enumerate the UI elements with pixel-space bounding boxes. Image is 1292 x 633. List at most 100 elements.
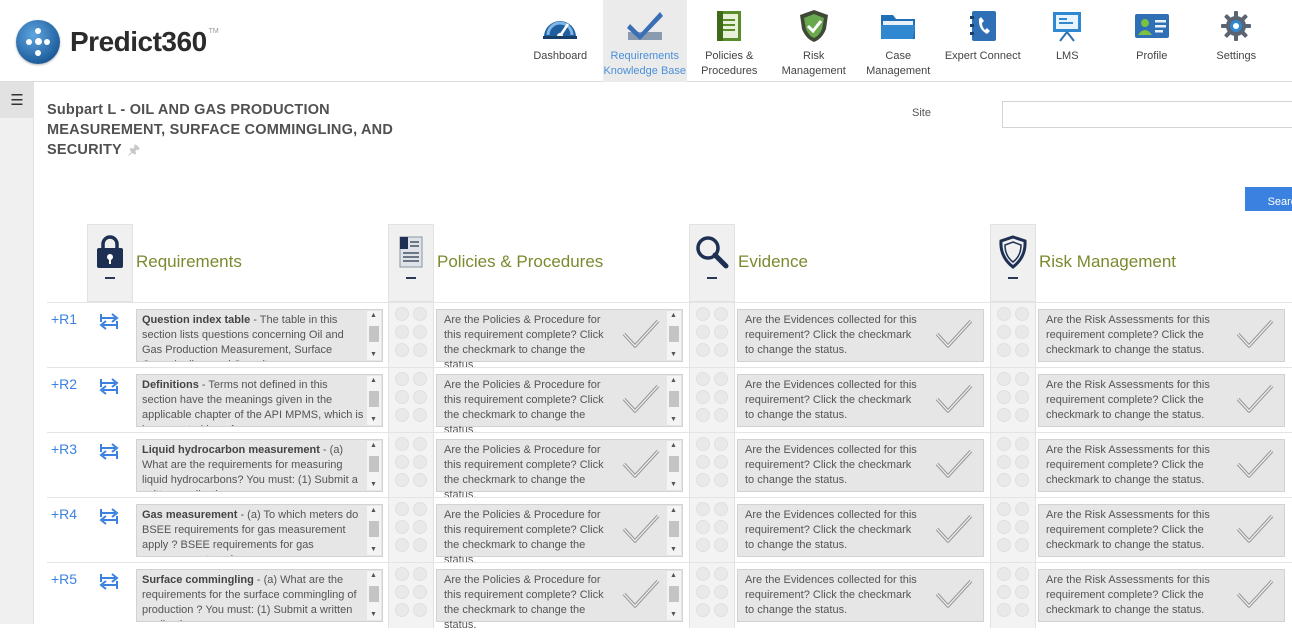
scroll-down-icon[interactable]: ▼ xyxy=(670,546,677,554)
logo[interactable]: Predict360 TM xyxy=(16,20,219,64)
requirement-id-link[interactable]: +R1 xyxy=(51,311,77,327)
status-dot[interactable] xyxy=(714,307,728,321)
scroll-up-icon[interactable]: ▲ xyxy=(370,377,377,385)
collapse-risk-button[interactable] xyxy=(1008,277,1018,279)
status-dot[interactable] xyxy=(714,390,728,404)
scroll-up-icon[interactable]: ▲ xyxy=(670,312,677,320)
status-dot[interactable] xyxy=(696,437,710,451)
scrollbar[interactable]: ▲ ▼ xyxy=(367,311,381,360)
status-dot[interactable] xyxy=(997,567,1011,581)
nav-policies[interactable]: Policies & Procedures xyxy=(687,0,772,82)
scroll-thumb[interactable] xyxy=(369,326,379,342)
status-dot[interactable] xyxy=(395,408,409,422)
scroll-down-icon[interactable]: ▼ xyxy=(370,481,377,489)
nav-profile[interactable]: Profile xyxy=(1110,0,1195,82)
nav-risk[interactable]: Risk Management xyxy=(772,0,857,82)
collapse-evidence-button[interactable] xyxy=(707,277,717,279)
requirement-text-box[interactable]: Question index table - The table in this… xyxy=(136,309,383,362)
scroll-thumb[interactable] xyxy=(669,521,679,537)
status-dot[interactable] xyxy=(413,372,427,386)
status-dot[interactable] xyxy=(1015,408,1029,422)
status-dot[interactable] xyxy=(395,390,409,404)
status-dot[interactable] xyxy=(696,520,710,534)
status-dot[interactable] xyxy=(714,343,728,357)
scroll-down-icon[interactable]: ▼ xyxy=(670,416,677,424)
status-dot[interactable] xyxy=(413,390,427,404)
checkmark-icon[interactable] xyxy=(622,513,660,545)
scroll-up-icon[interactable]: ▲ xyxy=(370,572,377,580)
status-dot[interactable] xyxy=(714,437,728,451)
scroll-up-icon[interactable]: ▲ xyxy=(670,442,677,450)
nav-requirements[interactable]: Requirements Knowledge Base xyxy=(602,0,687,82)
status-dot[interactable] xyxy=(395,437,409,451)
checkmark-icon[interactable] xyxy=(1236,318,1274,350)
sync-arrows-icon[interactable] xyxy=(99,312,119,330)
requirement-text-box[interactable]: Gas measurement - (a) To which meters do… xyxy=(136,504,383,557)
scroll-down-icon[interactable]: ▼ xyxy=(670,481,677,489)
status-dot[interactable] xyxy=(997,603,1011,617)
status-dot[interactable] xyxy=(413,567,427,581)
status-dot[interactable] xyxy=(395,455,409,469)
status-dot[interactable] xyxy=(395,473,409,487)
checkmark-icon[interactable] xyxy=(622,578,660,610)
status-dot[interactable] xyxy=(395,325,409,339)
checkmark-icon[interactable] xyxy=(622,318,660,350)
scroll-up-icon[interactable]: ▲ xyxy=(670,377,677,385)
scroll-down-icon[interactable]: ▼ xyxy=(370,546,377,554)
status-dot[interactable] xyxy=(696,603,710,617)
scroll-thumb[interactable] xyxy=(669,586,679,602)
status-dot[interactable] xyxy=(413,437,427,451)
checkmark-icon[interactable] xyxy=(622,448,660,480)
search-button[interactable]: Search xyxy=(1245,187,1292,211)
status-dot[interactable] xyxy=(413,408,427,422)
status-dot[interactable] xyxy=(413,538,427,552)
requirement-text-box[interactable]: Surface commingling - (a) What are the r… xyxy=(136,569,383,622)
status-dot[interactable] xyxy=(696,473,710,487)
status-dot[interactable] xyxy=(714,603,728,617)
scrollbar[interactable]: ▲ ▼ xyxy=(367,571,381,620)
nav-lms[interactable]: LMS xyxy=(1025,0,1110,82)
status-dot[interactable] xyxy=(413,343,427,357)
status-dot[interactable] xyxy=(696,307,710,321)
status-dot[interactable] xyxy=(1015,390,1029,404)
menu-toggle-button[interactable]: ☰ xyxy=(0,82,34,118)
scroll-up-icon[interactable]: ▲ xyxy=(370,442,377,450)
scroll-up-icon[interactable]: ▲ xyxy=(670,572,677,580)
scroll-thumb[interactable] xyxy=(369,586,379,602)
status-dot[interactable] xyxy=(997,408,1011,422)
checkmark-icon[interactable] xyxy=(935,578,973,610)
requirement-text-box[interactable]: Definitions - Terms not defined in this … xyxy=(136,374,383,427)
scrollbar[interactable]: ▲ ▼ xyxy=(667,311,681,360)
status-dot[interactable] xyxy=(413,603,427,617)
requirement-id-link[interactable]: +R3 xyxy=(51,441,77,457)
status-dot[interactable] xyxy=(997,455,1011,469)
checkmark-icon[interactable] xyxy=(1236,448,1274,480)
nav-settings[interactable]: Settings xyxy=(1194,0,1279,82)
status-dot[interactable] xyxy=(413,455,427,469)
status-dot[interactable] xyxy=(1015,372,1029,386)
scroll-down-icon[interactable]: ▼ xyxy=(370,351,377,359)
sync-arrows-icon[interactable] xyxy=(99,442,119,460)
status-dot[interactable] xyxy=(1015,603,1029,617)
site-input[interactable] xyxy=(1002,101,1292,128)
status-dot[interactable] xyxy=(1015,502,1029,516)
status-dot[interactable] xyxy=(997,325,1011,339)
status-dot[interactable] xyxy=(395,343,409,357)
checkmark-icon[interactable] xyxy=(935,318,973,350)
status-dot[interactable] xyxy=(997,585,1011,599)
status-dot[interactable] xyxy=(714,567,728,581)
status-dot[interactable] xyxy=(1015,307,1029,321)
scroll-up-icon[interactable]: ▲ xyxy=(370,312,377,320)
scroll-down-icon[interactable]: ▼ xyxy=(370,611,377,619)
status-dot[interactable] xyxy=(413,520,427,534)
checkmark-icon[interactable] xyxy=(1236,513,1274,545)
status-dot[interactable] xyxy=(696,372,710,386)
status-dot[interactable] xyxy=(395,603,409,617)
status-dot[interactable] xyxy=(997,437,1011,451)
scroll-down-icon[interactable]: ▼ xyxy=(670,351,677,359)
status-dot[interactable] xyxy=(714,455,728,469)
requirement-id-link[interactable]: +R4 xyxy=(51,506,77,522)
scroll-thumb[interactable] xyxy=(369,456,379,472)
status-dot[interactable] xyxy=(696,502,710,516)
status-dot[interactable] xyxy=(395,520,409,534)
